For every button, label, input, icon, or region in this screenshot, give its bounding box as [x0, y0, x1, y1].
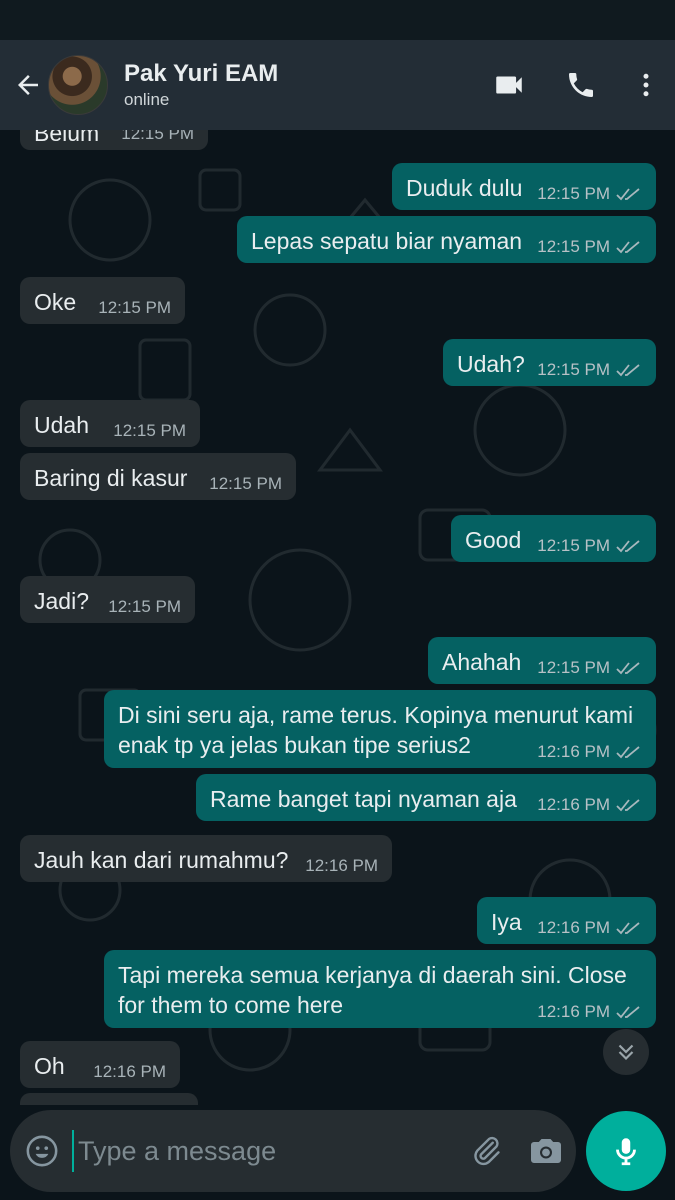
- chat-header: Pak Yuri EAM online: [0, 40, 675, 130]
- message-time: 12:15 PM: [98, 298, 171, 317]
- more-vert-icon: [643, 73, 649, 97]
- mic-icon: [616, 1138, 636, 1166]
- message-text-line: Tapi mereka semua kerjanya di daerah sin…: [118, 962, 627, 988]
- double-check-icon: [616, 364, 640, 377]
- message-time: 12:16 PM: [93, 1062, 166, 1081]
- message-time: 12:16 PM: [537, 918, 610, 937]
- message-text: Good: [465, 527, 522, 553]
- message-text: Ahahah: [442, 649, 522, 675]
- message-time: 12:15 PM: [113, 421, 186, 440]
- double-check-icon: [616, 540, 640, 553]
- message-text: Lepas sepatu biar nyaman: [251, 228, 523, 254]
- double-check-icon: [616, 662, 640, 675]
- attach-button[interactable]: [456, 1110, 516, 1192]
- message-text: Udah?: [457, 351, 525, 377]
- message-incoming[interactable]: Oke 12:15 PM: [20, 277, 185, 324]
- message-incoming[interactable]: Oh 12:16 PM: [20, 1041, 180, 1088]
- message-outgoing[interactable]: Tapi mereka semua kerjanya di daerah sin…: [104, 950, 656, 1028]
- message-outgoing[interactable]: Rame banget tapi nyaman aja 12:16 PM: [196, 774, 656, 821]
- emoji-button[interactable]: [10, 1110, 74, 1192]
- message-time: 12:16 PM: [537, 1002, 610, 1021]
- message-time: 12:15 PM: [537, 360, 610, 379]
- message-time: 12:15 PM: [209, 474, 282, 493]
- message-time: 12:15 PM: [537, 658, 610, 677]
- message-list[interactable]: Belum 12:15 PM Duduk dulu 12:15 PM Lepas…: [0, 130, 675, 1105]
- arrow-left-icon: [18, 75, 38, 95]
- message-incoming[interactable]: Baring di kasur 12:15 PM: [20, 453, 296, 500]
- double-check-icon: [616, 1006, 640, 1019]
- message-outgoing[interactable]: Duduk dulu 12:15 PM: [392, 163, 656, 210]
- double-check-icon: [616, 746, 640, 759]
- video-call-button[interactable]: [473, 40, 545, 130]
- double-check-icon: [616, 241, 640, 254]
- message-text-line: Di sini seru aja, rame terus. Kopinya me…: [118, 702, 634, 728]
- message-text: Jadi?: [34, 588, 89, 614]
- overflow-menu-button[interactable]: [617, 40, 675, 130]
- scroll-to-bottom-button[interactable]: [603, 1029, 649, 1075]
- camera-button[interactable]: [516, 1110, 576, 1192]
- message-input[interactable]: [72, 1130, 456, 1172]
- message-text: Rame banget tapi nyaman aja: [210, 786, 517, 812]
- message-outgoing[interactable]: Udah? 12:15 PM: [443, 339, 656, 386]
- message-incoming[interactable]: Jadi? 12:15 PM: [20, 576, 195, 623]
- message-text: Baring di kasur: [34, 465, 188, 491]
- message-time: 12:15 PM: [537, 184, 610, 203]
- double-check-icon: [616, 799, 640, 812]
- contact-name: Pak Yuri EAM: [124, 60, 279, 87]
- message-time: 12:15 PM: [537, 237, 610, 256]
- double-check-icon: [616, 188, 640, 201]
- message-incoming[interactable]: Udah 12:15 PM: [20, 400, 200, 447]
- message-outgoing[interactable]: Iya 12:16 PM: [477, 897, 656, 944]
- camera-icon: [531, 1139, 561, 1163]
- chevron-double-down-icon: [618, 1044, 634, 1061]
- emoji-icon: [26, 1135, 58, 1167]
- message-time: 12:15 PM: [108, 597, 181, 616]
- status-bar: [0, 0, 675, 40]
- message-outgoing[interactable]: Lepas sepatu biar nyaman 12:15 PM: [237, 216, 656, 263]
- message-outgoing[interactable]: Good 12:15 PM: [451, 515, 656, 562]
- message-time: 12:15 PM: [121, 130, 194, 143]
- message-text: Oh: [34, 1053, 65, 1079]
- voice-record-button[interactable]: [586, 1111, 666, 1191]
- message-time: 12:16 PM: [305, 856, 378, 875]
- message-text: Duduk dulu: [406, 175, 523, 201]
- message-text: Oke: [34, 289, 77, 315]
- voice-call-button[interactable]: [545, 40, 617, 130]
- message-text: Udah: [34, 412, 89, 438]
- paperclip-icon: [474, 1136, 500, 1166]
- message-time: 12:16 PM: [537, 742, 610, 761]
- message-incoming-partial[interactable]: [20, 1093, 198, 1105]
- video-call-icon: [496, 76, 522, 94]
- double-check-icon: [616, 922, 640, 935]
- message-incoming[interactable]: Jauh kan dari rumahmu? 12:16 PM: [20, 835, 392, 882]
- message-text: Belum: [34, 130, 100, 146]
- phone-icon: [569, 73, 593, 97]
- message-outgoing[interactable]: Di sini seru aja, rame terus. Kopinya me…: [104, 690, 656, 768]
- message-time: 12:16 PM: [537, 795, 610, 814]
- contact-status: online: [124, 90, 170, 109]
- message-time: 12:15 PM: [537, 536, 610, 555]
- message-text: Iya: [491, 909, 522, 935]
- message-text: Jauh kan dari rumahmu?: [34, 847, 289, 873]
- message-outgoing[interactable]: Ahahah 12:15 PM: [428, 637, 656, 684]
- avatar[interactable]: [48, 55, 108, 115]
- message-incoming[interactable]: Belum 12:15 PM: [20, 130, 208, 150]
- contact-info[interactable]: Pak Yuri EAM online: [124, 59, 473, 111]
- message-composer: [10, 1110, 576, 1192]
